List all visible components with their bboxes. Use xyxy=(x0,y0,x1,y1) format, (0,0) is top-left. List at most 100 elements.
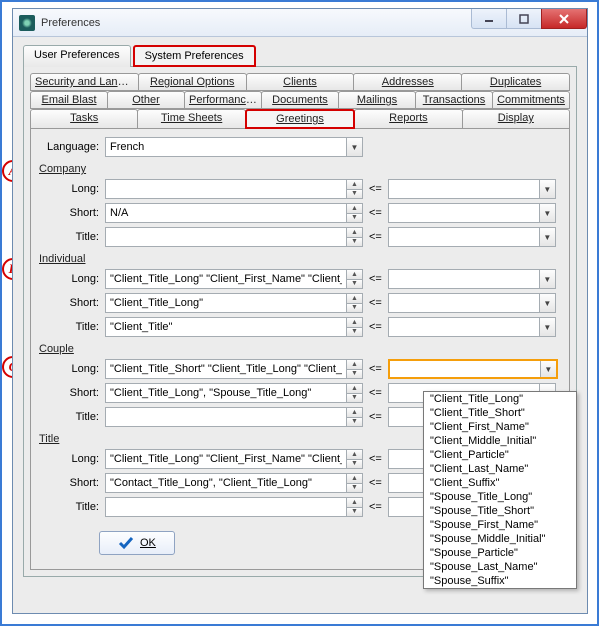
individual-title-input[interactable] xyxy=(106,318,346,336)
title-long-field[interactable]: ▲▼ xyxy=(105,449,363,469)
tab-performances[interactable]: Performances xyxy=(184,91,262,109)
spin-up-icon[interactable]: ▲ xyxy=(347,450,362,460)
combo-input[interactable] xyxy=(389,205,539,221)
couple-title-field[interactable]: ▲▼ xyxy=(105,407,363,427)
title-long-input[interactable] xyxy=(106,450,346,468)
dropdown-option[interactable]: "Spouse_Last_Name" xyxy=(424,560,576,574)
tab-commitments[interactable]: Commitments xyxy=(492,91,570,109)
tab-greetings[interactable]: Greetings xyxy=(245,109,355,129)
spin-up-icon[interactable]: ▲ xyxy=(347,270,362,280)
spin-down-icon[interactable]: ▼ xyxy=(347,370,362,379)
tab-documents[interactable]: Documents xyxy=(261,91,339,109)
ok-button[interactable]: OK xyxy=(99,531,175,555)
company-short-input[interactable] xyxy=(106,204,346,222)
dropdown-option[interactable]: "Client_Title_Long" xyxy=(424,392,576,406)
spin-down-icon[interactable]: ▼ xyxy=(347,328,362,337)
spin-down-icon[interactable]: ▼ xyxy=(347,280,362,289)
dropdown-option[interactable]: "Spouse_Title_Long" xyxy=(424,490,576,504)
company-short-combo[interactable]: ▼ xyxy=(388,203,556,223)
company-short-field[interactable]: ▲▼ xyxy=(105,203,363,223)
maximize-button[interactable] xyxy=(506,9,542,29)
dropdown-option[interactable]: "Spouse_First_Name" xyxy=(424,518,576,532)
dropdown-option[interactable]: "Client_Last_Name" xyxy=(424,462,576,476)
dropdown-option[interactable]: "Client_Particle" xyxy=(424,448,576,462)
company-title-combo[interactable]: ▼ xyxy=(388,227,556,247)
tab-display[interactable]: Display xyxy=(462,109,570,129)
tab-regional-options[interactable]: Regional Options xyxy=(138,73,247,91)
chevron-down-icon[interactable]: ▼ xyxy=(539,204,555,222)
chevron-down-icon[interactable]: ▼ xyxy=(539,270,555,288)
titlebar[interactable]: Preferences xyxy=(13,9,587,37)
tab-user-preferences[interactable]: User Preferences xyxy=(23,45,131,67)
chevron-down-icon[interactable]: ▼ xyxy=(539,294,555,312)
spin-down-icon[interactable]: ▼ xyxy=(347,238,362,247)
title-title-field[interactable]: ▲▼ xyxy=(105,497,363,517)
individual-long-field[interactable]: ▲▼ xyxy=(105,269,363,289)
couple-long-field[interactable]: ▲▼ xyxy=(105,359,363,379)
individual-long-combo[interactable]: ▼ xyxy=(388,269,556,289)
dropdown-option[interactable]: "Client_Middle_Initial" xyxy=(424,434,576,448)
individual-title-combo[interactable]: ▼ xyxy=(388,317,556,337)
title-title-input[interactable] xyxy=(106,498,346,516)
tab-transactions[interactable]: Transactions xyxy=(415,91,493,109)
company-title-field[interactable]: ▲▼ xyxy=(105,227,363,247)
tab-system-preferences[interactable]: System Preferences xyxy=(133,45,256,67)
dropdown-option[interactable]: "Spouse_Suffix" xyxy=(424,574,576,588)
spin-down-icon[interactable]: ▼ xyxy=(347,394,362,403)
individual-title-field[interactable]: ▲▼ xyxy=(105,317,363,337)
chevron-down-icon[interactable]: ▼ xyxy=(540,361,556,377)
spin-down-icon[interactable]: ▼ xyxy=(347,460,362,469)
spin-up-icon[interactable]: ▲ xyxy=(347,408,362,418)
spin-down-icon[interactable]: ▼ xyxy=(347,484,362,493)
chevron-down-icon[interactable]: ▼ xyxy=(539,318,555,336)
spin-up-icon[interactable]: ▲ xyxy=(347,180,362,190)
spin-up-icon[interactable]: ▲ xyxy=(347,318,362,328)
chevron-down-icon[interactable]: ▼ xyxy=(539,180,555,198)
spin-up-icon[interactable]: ▲ xyxy=(347,294,362,304)
combo-input[interactable] xyxy=(389,295,539,311)
language-combo[interactable]: French ▼ xyxy=(105,137,363,157)
spin-down-icon[interactable]: ▼ xyxy=(347,508,362,517)
couple-title-input[interactable] xyxy=(106,408,346,426)
combo-input[interactable] xyxy=(389,319,539,335)
tab-security-language[interactable]: Security and Language xyxy=(30,73,139,91)
dropdown-option[interactable]: "Client_First_Name" xyxy=(424,420,576,434)
dropdown-option[interactable]: "Spouse_Particle" xyxy=(424,546,576,560)
chevron-down-icon[interactable]: ▼ xyxy=(539,228,555,246)
individual-short-input[interactable] xyxy=(106,294,346,312)
dropdown-option[interactable]: "Client_Title_Short" xyxy=(424,406,576,420)
spin-up-icon[interactable]: ▲ xyxy=(347,474,362,484)
dropdown-option[interactable]: "Spouse_Middle_Initial" xyxy=(424,532,576,546)
title-short-input[interactable] xyxy=(106,474,346,492)
dropdown-option[interactable]: "Client_Suffix" xyxy=(424,476,576,490)
spin-down-icon[interactable]: ▼ xyxy=(347,190,362,199)
title-short-field[interactable]: ▲▼ xyxy=(105,473,363,493)
individual-short-combo[interactable]: ▼ xyxy=(388,293,556,313)
dropdown-option[interactable]: "Spouse_Title_Short" xyxy=(424,504,576,518)
spin-up-icon[interactable]: ▲ xyxy=(347,498,362,508)
tab-reports[interactable]: Reports xyxy=(354,109,462,129)
field-token-dropdown[interactable]: "Client_Title_Long""Client_Title_Short""… xyxy=(423,391,577,589)
company-long-field[interactable]: ▲▼ xyxy=(105,179,363,199)
tab-email-blast[interactable]: Email Blast xyxy=(30,91,108,109)
couple-short-field[interactable]: ▲▼ xyxy=(105,383,363,403)
couple-long-input[interactable] xyxy=(106,360,346,378)
combo-input[interactable] xyxy=(389,271,539,287)
tab-mailings[interactable]: Mailings xyxy=(338,91,416,109)
company-long-input[interactable] xyxy=(106,180,346,198)
individual-short-field[interactable]: ▲▼ xyxy=(105,293,363,313)
combo-input[interactable] xyxy=(390,361,540,377)
spin-down-icon[interactable]: ▼ xyxy=(347,304,362,313)
combo-input[interactable] xyxy=(389,229,539,245)
couple-short-input[interactable] xyxy=(106,384,346,402)
tab-other[interactable]: Other xyxy=(107,91,185,109)
tab-time-sheets[interactable]: Time Sheets xyxy=(137,109,245,129)
spin-up-icon[interactable]: ▲ xyxy=(347,228,362,238)
tab-tasks[interactable]: Tasks xyxy=(30,109,138,129)
close-button[interactable] xyxy=(541,9,587,29)
company-long-combo[interactable]: ▼ xyxy=(388,179,556,199)
tab-clients[interactable]: Clients xyxy=(246,73,355,91)
combo-input[interactable] xyxy=(389,181,539,197)
tab-addresses[interactable]: Addresses xyxy=(353,73,462,91)
individual-long-input[interactable] xyxy=(106,270,346,288)
